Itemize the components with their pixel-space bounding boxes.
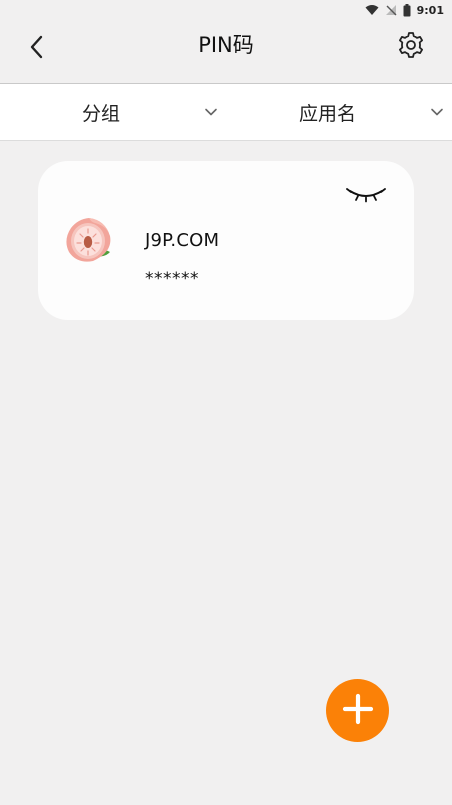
pin-code-screen: 9:01 PIN码 分组 应用名 J9P.COM ****** <box>0 0 452 805</box>
app-name-filter-dropdown[interactable]: 应用名 <box>226 84 452 140</box>
gear-icon <box>397 31 425 63</box>
group-filter-label: 分组 <box>82 102 121 125</box>
chevron-down-icon <box>430 104 444 118</box>
chevron-down-icon <box>204 104 218 118</box>
no-signal-icon <box>385 4 397 16</box>
status-bar: 9:01 <box>0 0 452 20</box>
page-title: PIN码 <box>198 33 254 57</box>
battery-icon <box>403 3 411 17</box>
entry-app-name: J9P.COM <box>145 230 220 251</box>
group-filter-dropdown[interactable]: 分组 <box>0 84 226 140</box>
status-icons: 9:01 <box>365 2 444 18</box>
add-entry-button[interactable] <box>326 679 389 742</box>
entry-pin-masked: ****** <box>145 269 199 289</box>
pin-entry-card[interactable]: J9P.COM ****** <box>38 161 414 320</box>
settings-button[interactable] <box>394 30 428 64</box>
title-bar: PIN码 <box>0 20 452 84</box>
peach-app-icon <box>63 214 115 266</box>
filter-bar: 分组 应用名 <box>0 84 452 141</box>
plus-icon <box>341 692 375 730</box>
app-name-filter-label: 应用名 <box>299 102 357 125</box>
eye-closed-icon[interactable] <box>346 183 386 205</box>
wifi-icon <box>365 4 379 16</box>
status-time: 9:01 <box>416 3 444 17</box>
